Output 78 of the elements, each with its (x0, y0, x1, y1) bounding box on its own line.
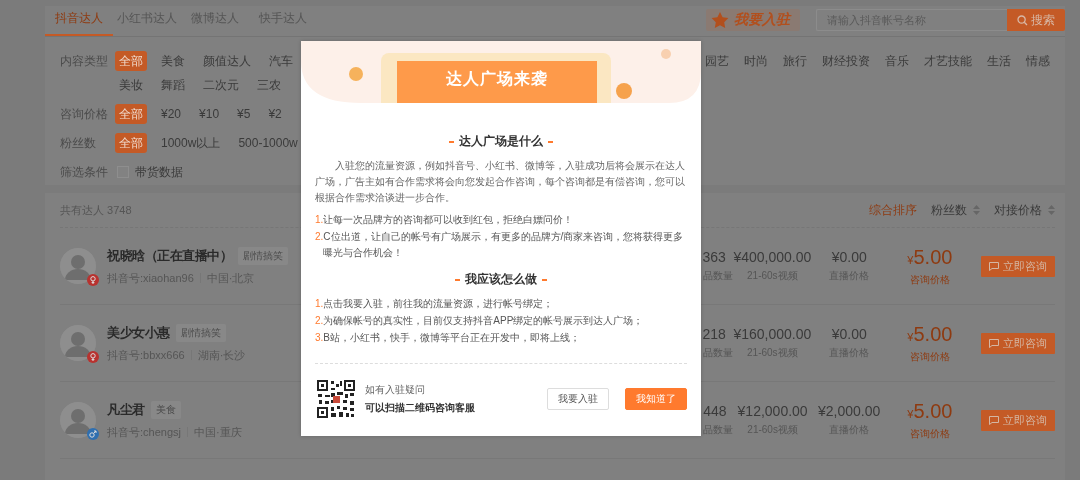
star-icon (710, 11, 730, 29)
currency-symbol: ¥ (907, 253, 914, 266)
help-text: 如有入驻疑问 (365, 383, 426, 397)
list-text: 为确保帐号的真实性，目前仅支持抖音APP绑定的帐号展示到达人广场； (323, 314, 644, 328)
consult-price-label: 咨询价格 (909, 272, 950, 287)
list-text: B站，小红书，快手，微博等平台正在开发中，即将上线； (323, 331, 580, 345)
currency-symbol: ¥ (907, 407, 914, 420)
filter-option[interactable]: 汽车 (265, 51, 297, 71)
checkbox-label: 带货数据 (135, 164, 183, 181)
filter-option[interactable]: 颜值达人 (199, 51, 255, 71)
works-count: 218 (702, 326, 726, 342)
list-text: C位出道，让自己的帐号有广场展示，有更多的品牌方/商家来咨询，您将获得更多曝光与合作机会！ (323, 230, 685, 260)
list-number: 2. (315, 230, 324, 244)
sort-option[interactable]: 对接价格 (994, 201, 1055, 219)
video-price: ¥400,000.00 (733, 249, 812, 265)
creator-name[interactable]: 美少女小惠 (107, 323, 170, 342)
filter-option[interactable]: ¥20 (157, 104, 186, 124)
sort-option[interactable]: 粉丝数 (931, 201, 980, 219)
filter-option[interactable]: 财经投资 (818, 51, 874, 71)
intro-paragraph: 入驻您的流量资源，例如抖音号、小红书、微博等，入驻成功后将会展示在达人广场，广告主如有合作需求将会向您发起合作咨询，每个咨询都是有偿咨询，您可以根据合作需求洽谈进一步合作。 (315, 159, 686, 205)
filter-option[interactable]: 美食 (157, 51, 189, 71)
sort-icon (973, 205, 980, 215)
banner-title: 达人广场来袭 (445, 69, 549, 89)
consult-button[interactable]: 立即咨询 (981, 409, 1055, 431)
list-number: 3. (315, 331, 324, 345)
join-button[interactable]: 我要入驻 (547, 388, 609, 410)
list-number: 1. (315, 213, 324, 227)
filter-option[interactable]: 园艺 (701, 51, 733, 71)
filter-option[interactable]: 全部 (115, 104, 147, 124)
filter-option[interactable]: 舞蹈 (157, 75, 189, 95)
section-title: 我应该怎么做 (465, 271, 537, 288)
consult-price: 5.00 (913, 322, 953, 345)
confirm-button[interactable]: 我知道了 (625, 388, 687, 410)
consult-price: 5.00 (913, 245, 953, 268)
search-icon (1017, 14, 1028, 26)
currency-symbol: ¥ (907, 330, 914, 343)
list-text: 点击我要入驻，前往我的流量资源，进行帐号绑定； (323, 297, 554, 311)
sort-icon (1048, 205, 1055, 215)
filter-option[interactable]: 时尚 (740, 51, 772, 71)
chat-icon (989, 338, 999, 348)
consult-button[interactable]: 立即咨询 (981, 255, 1055, 277)
filter-option[interactable]: 三农 (253, 75, 285, 95)
consult-price: 5.00 (913, 399, 953, 422)
filter-option[interactable]: 美妆 (115, 75, 147, 95)
works-count: 448 (703, 403, 727, 419)
list-text: 让每一次品牌方的咨询都可以收到红包，拒绝白嫖问价！ (323, 213, 574, 227)
list-number: 1. (315, 297, 324, 311)
creator-name[interactable]: 凡尘君 (107, 400, 145, 419)
chat-icon (989, 261, 999, 271)
section-title: 达人广场是什么 (459, 133, 543, 150)
search-button[interactable]: 搜索 (1007, 9, 1065, 31)
tab[interactable]: 抖音达人 (45, 6, 113, 36)
chat-icon (989, 415, 999, 425)
filter-option[interactable]: 生活 (983, 51, 1015, 71)
filter-option[interactable]: ¥5 (233, 104, 255, 124)
video-price: ¥160,000.00 (733, 326, 812, 342)
filter-option[interactable]: ¥2 (264, 104, 286, 124)
list-number: 2. (315, 314, 324, 328)
filter-option[interactable]: 全部 (115, 133, 147, 153)
filter-option[interactable]: ¥10 (195, 104, 224, 124)
qr-code-icon (317, 380, 355, 418)
filter-option[interactable]: 旅行 (779, 51, 811, 71)
sort-option[interactable]: 综合排序 (869, 201, 917, 219)
filter-option[interactable]: 才艺技能 (920, 51, 976, 71)
consult-price-label: 咨询价格 (909, 349, 950, 364)
filter-option[interactable]: 情感 (1022, 51, 1054, 71)
filter-option[interactable]: 音乐 (881, 51, 913, 71)
help-hint: 可以扫描二维码咨询客服 (365, 401, 476, 415)
consult-button[interactable]: 立即咨询 (981, 332, 1055, 354)
video-price: ¥12,000.00 (737, 403, 808, 419)
live-price: ¥2,000.00 (818, 403, 881, 419)
works-count: 363 (702, 249, 726, 265)
live-price: ¥0.00 (831, 249, 867, 265)
consult-price-label: 咨询价格 (909, 426, 950, 441)
live-price: ¥0.00 (831, 326, 867, 342)
filter-option[interactable]: 全部 (115, 51, 147, 71)
filter-option[interactable]: 500-1000w (234, 133, 302, 153)
creator-name[interactable]: 祝晓晗（正在直播中） (107, 246, 232, 265)
